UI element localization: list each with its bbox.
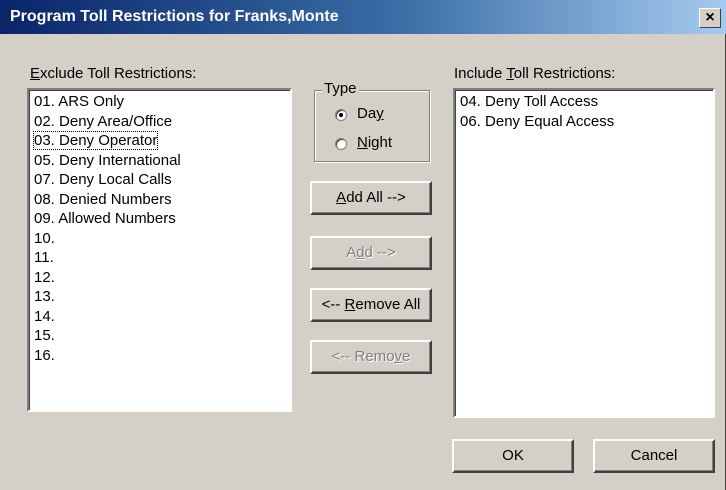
exclude-list-label: Exclude Toll Restrictions:: [30, 65, 197, 82]
close-icon[interactable]: ×: [699, 8, 721, 28]
list-item[interactable]: 05. Deny International: [32, 151, 290, 171]
list-item[interactable]: 11.: [32, 248, 290, 268]
list-item-label: 06. Deny Equal Access: [460, 112, 615, 130]
list-item-label: 11.: [34, 249, 54, 266]
list-item-label: 01. ARS Only: [34, 93, 125, 110]
list-item[interactable]: 10.: [32, 229, 290, 249]
list-item-label: 08. Denied Numbers: [34, 190, 172, 208]
list-item-label: 04. Deny Toll Access: [460, 93, 599, 110]
day-radio-label[interactable]: Day: [357, 105, 384, 122]
list-item-label: 09. Allowed Numbers: [34, 210, 176, 227]
list-item[interactable]: 02. Deny Area/Office: [32, 112, 290, 132]
list-item-label: 07. Deny Local Calls: [34, 171, 172, 188]
list-item[interactable]: 13.: [32, 287, 290, 307]
list-item[interactable]: 03. Deny Operator: [32, 131, 290, 151]
remove-button[interactable]: <-- Remove: [310, 340, 432, 374]
title-bar: Program Toll Restrictions for Franks,Mon…: [0, 0, 726, 34]
list-item-label: 02. Deny Area/Office: [34, 112, 173, 130]
list-item[interactable]: 07. Deny Local Calls: [32, 170, 290, 190]
include-list-label: Include Toll Restrictions:: [454, 65, 616, 82]
type-groupbox: [314, 90, 430, 162]
day-radio[interactable]: [335, 109, 347, 121]
list-item[interactable]: 08. Denied Numbers: [32, 190, 290, 210]
list-item-label: 12.: [34, 268, 55, 286]
include-listbox[interactable]: 04. Deny Toll Access 06. Deny Equal Acces…: [453, 88, 715, 418]
list-item[interactable]: 15.: [32, 326, 290, 346]
list-item[interactable]: 01. ARS Only: [32, 92, 290, 112]
list-item-label: 15.: [34, 327, 55, 344]
list-item-label: 13.: [34, 288, 55, 305]
type-group-label: Type: [322, 80, 359, 97]
remove-all-button[interactable]: <-- Remove All: [310, 288, 432, 322]
add-button[interactable]: Add -->: [310, 236, 432, 270]
list-item-label: 16.: [34, 346, 55, 364]
ok-button[interactable]: OK: [452, 439, 574, 473]
list-item[interactable]: 04. Deny Toll Access: [458, 92, 713, 112]
dialog-window: Program Toll Restrictions for Franks,Mon…: [0, 0, 726, 490]
list-item-label: 10.: [34, 229, 55, 247]
window-title: Program Toll Restrictions for Franks,Mon…: [10, 8, 339, 25]
add-all-button[interactable]: Add All -->: [310, 181, 432, 215]
night-radio-label[interactable]: Night: [357, 134, 392, 151]
cancel-button[interactable]: Cancel: [593, 439, 715, 473]
list-item[interactable]: 09. Allowed Numbers: [32, 209, 290, 229]
list-item[interactable]: 16.: [32, 346, 290, 366]
night-radio[interactable]: [335, 138, 347, 150]
list-item[interactable]: 12.: [32, 268, 290, 288]
exclude-listbox[interactable]: 01. ARS Only 02. Deny Area/Office 03. Deny…: [27, 88, 292, 412]
list-item[interactable]: 06. Deny Equal Access: [458, 112, 713, 132]
list-item-label: 05. Deny International: [34, 151, 181, 169]
list-item-label: 14.: [34, 307, 55, 325]
list-item-label: 03. Deny Operator: [32, 131, 159, 150]
list-item[interactable]: 14.: [32, 307, 290, 327]
